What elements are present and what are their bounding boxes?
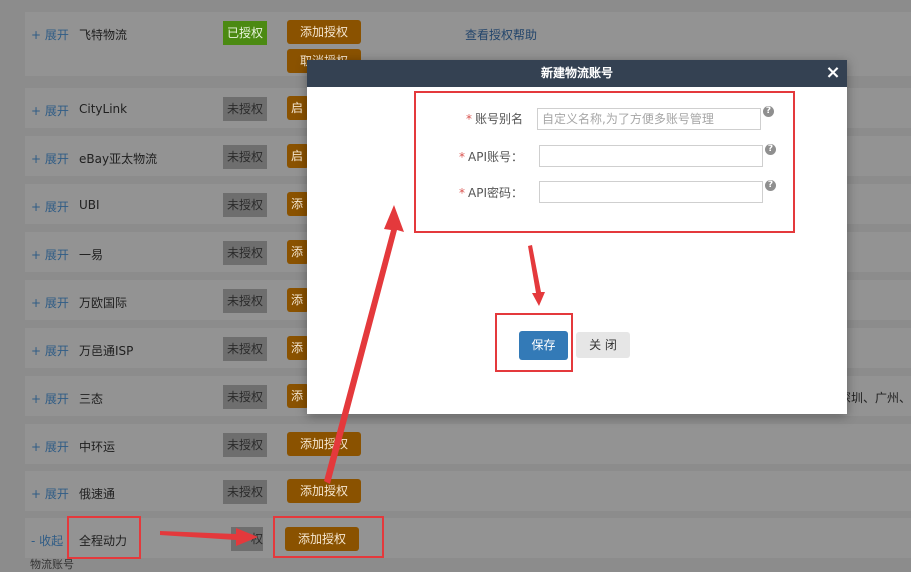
arrow-up-icon [324,205,404,484]
arrow-right-icon [160,528,258,546]
arrow-down-icon [528,245,545,306]
annotation-arrows [160,205,545,546]
